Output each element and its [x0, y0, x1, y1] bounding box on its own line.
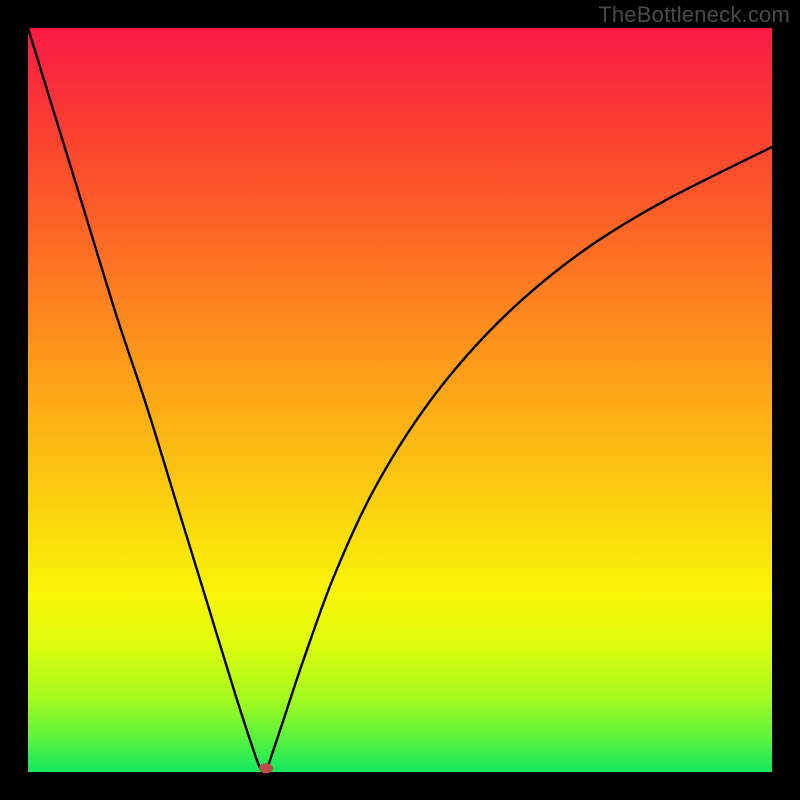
curve-layer: [28, 28, 772, 772]
watermark-text: TheBottleneck.com: [598, 2, 790, 28]
plot-area: [28, 28, 772, 772]
bottleneck-curve: [28, 28, 772, 773]
minimum-marker: [259, 763, 273, 773]
chart-frame: TheBottleneck.com: [0, 0, 800, 800]
